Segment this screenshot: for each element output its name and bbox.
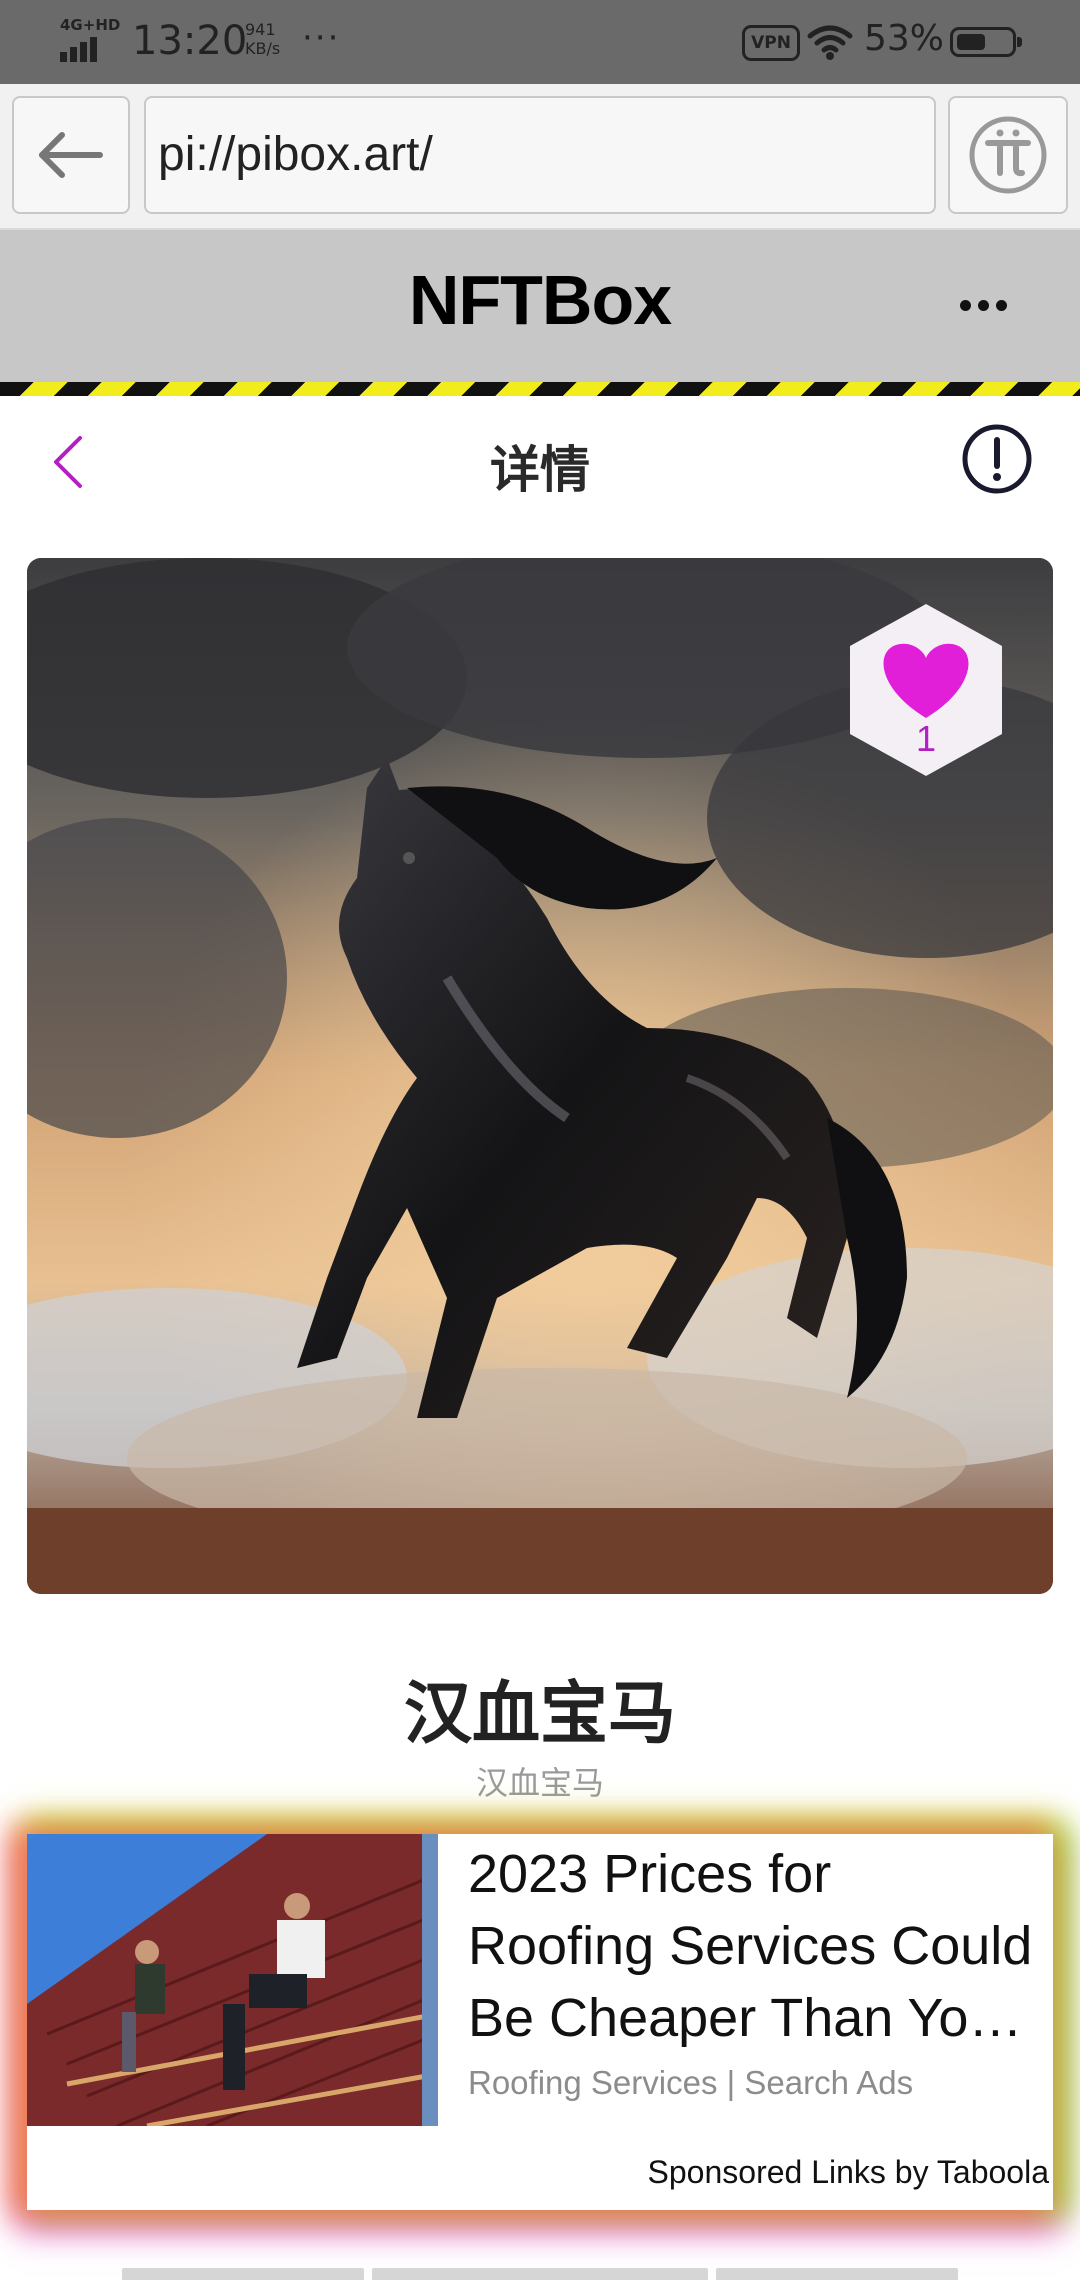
roofing-workers-photo <box>27 1834 438 2126</box>
browser-back-button[interactable] <box>12 96 130 214</box>
battery-icon <box>950 27 1022 57</box>
network-type: 4G+HD <box>60 16 121 34</box>
like-count: 1 <box>915 718 937 759</box>
more-horizontal-icon[interactable] <box>950 280 1020 330</box>
ad-image[interactable] <box>27 1834 438 2126</box>
bottom-tab[interactable] <box>122 2268 364 2280</box>
status-bar: 4G+HD 13:20 941 KB/s ··· VPN 53% <box>0 0 1080 84</box>
speed-value: 941 <box>245 20 276 39</box>
app-header: NFTBox <box>0 230 1080 382</box>
bottom-tab[interactable] <box>372 2268 708 2280</box>
ad-headline-line: 2023 Prices for <box>468 1844 832 1904</box>
ad-headline-line: Roofing Services Could <box>468 1916 1033 1976</box>
battery-percent: 53% <box>864 18 945 59</box>
url-input[interactable]: pi://pibox.art/ <box>144 96 936 214</box>
ad-headline-line: Be Cheaper Than Yo… <box>468 1988 1023 2048</box>
page-title: 详情 <box>490 441 590 499</box>
pi-browser-button[interactable] <box>948 96 1068 214</box>
clock: 13:20 <box>132 18 248 64</box>
network-speed: 941 KB/s <box>245 20 280 58</box>
nft-title: 汉血宝马 <box>403 1675 676 1754</box>
speed-unit: KB/s <box>245 39 281 58</box>
ad-sponsor-link[interactable]: Sponsored Links by Taboola <box>648 2154 1049 2191</box>
status-more-icon: ··· <box>302 18 341 58</box>
ad-source: Roofing Services | Search Ads <box>468 2064 914 2101</box>
nft-subtitle: 汉血宝马 <box>475 1764 604 1802</box>
app-title: NFTBox <box>408 261 672 339</box>
bottom-tab[interactable] <box>716 2268 958 2280</box>
page: 4G+HD 13:20 941 KB/s ··· VPN 53% pi://pi… <box>0 0 1080 2280</box>
pi-logo-icon <box>969 116 1047 194</box>
network-signal-icon: 4G+HD <box>58 16 121 62</box>
exclamation-circle-icon <box>962 424 1032 494</box>
hazard-stripe-divider <box>0 382 1080 396</box>
arrow-left-icon <box>39 132 103 178</box>
report-button[interactable] <box>960 422 1034 496</box>
ad-headline[interactable]: 2023 Prices for Roofing Services Could B… <box>468 1838 1053 2054</box>
wifi-icon <box>806 22 854 62</box>
sponsored-ad-card[interactable]: 2023 Prices for Roofing Services Could B… <box>27 1834 1053 2210</box>
battery-level-fill <box>957 34 985 50</box>
vpn-badge: VPN <box>742 25 800 61</box>
detail-nav-bar: 详情 <box>0 396 1080 526</box>
browser-toolbar: pi://pibox.art/ <box>0 84 1080 230</box>
